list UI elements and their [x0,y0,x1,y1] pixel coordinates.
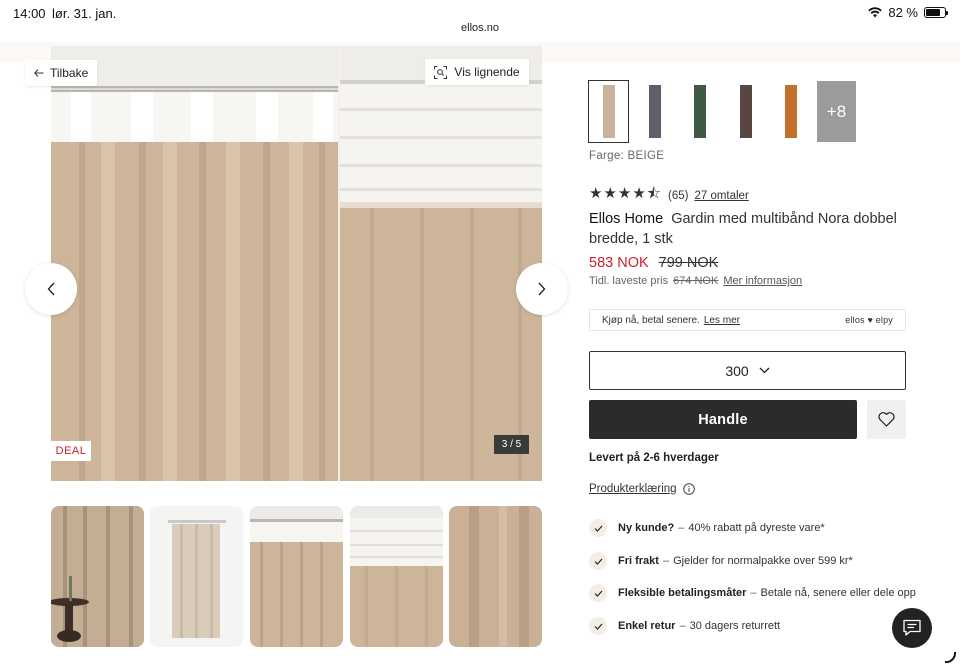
arrow-left-icon [34,69,44,77]
image-counter: 3 / 5 [494,435,529,454]
next-image-button[interactable] [516,263,568,315]
rating-count: (65) [668,189,689,202]
thumbnail-5[interactable] [449,506,542,647]
swatch-brown-color [739,85,752,138]
swatch-green[interactable] [680,81,719,142]
thumbnail-2[interactable] [150,506,243,647]
swatch-beige-color [602,85,615,138]
loading-spinner-icon [944,651,957,664]
visual-search-icon [434,65,448,79]
size-value: 300 [725,362,749,379]
usp-dash: – [662,555,670,567]
back-button[interactable]: Tilbake [25,60,98,86]
delivery-info: Levert på 2-6 hverdager [589,452,719,464]
usp-item: Fleksible betalingsmåter – Betale nå, sene… [589,582,916,604]
more-swatches-button[interactable]: +8 [817,81,856,142]
check-icon [589,584,607,602]
check-icon [589,617,607,635]
usp-text: Gjelder for normalpakke over 599 kr* [673,555,853,567]
swatch-green-color [693,85,706,138]
lowest-price-value: 674 NOK [673,275,719,287]
check-icon [589,519,607,537]
rating-row: ★★★★⯪ (65) 27 omtaler [589,183,749,208]
show-similar-button[interactable]: Vis lignende [425,59,529,85]
swatch-grey[interactable] [635,81,674,142]
usp-text: 40% rabatt på dyreste vare* [688,522,825,534]
usp-title: Ny kunde? [618,522,675,534]
swatch-brown[interactable] [726,81,765,142]
battery-percent: 82 % [888,5,918,20]
usp-title: Fri frakt [618,555,659,567]
size-select[interactable]: 300 [589,351,906,390]
original-price: 799 NOK [658,255,719,271]
previous-image-button[interactable] [25,263,77,315]
pay-later-banner: Kjøp nå, betal senere. Les mer ellos ♥ e… [589,309,906,331]
chat-button[interactable] [892,608,932,648]
usp-item: Ny kunde? –40% rabatt på dyreste vare* [589,517,825,539]
read-more-link[interactable]: Les mer [704,315,740,326]
usp-title: Enkel retur [618,620,676,632]
usp-text: Betale nå, senere eller dele opp [760,587,916,599]
elpy-logo: ellos ♥ elpy [845,315,893,325]
usp-item: Enkel retur –30 dagers returrett [589,615,780,637]
pay-later-text: Kjøp nå, betal senere. [602,314,700,326]
thumbnail-3[interactable] [250,506,343,647]
usp-item: Fri frakt – Gjelder for normalpakke over 5… [589,550,853,572]
product-main-image[interactable] [51,46,542,481]
usp-dash: – [679,620,686,632]
status-right: 82 % [868,5,948,20]
curtain-image-right [340,46,542,481]
status-time: 14:00 [13,6,46,21]
lowest-price-label: Tidl. laveste pris [589,275,669,287]
chevron-right-icon [538,282,546,296]
usp-dash: – [750,587,757,599]
product-declaration[interactable]: Produkterklæring [589,483,695,495]
usp-dash: – [678,522,685,534]
product-declaration-label[interactable]: Produkterklæring [589,483,677,495]
current-price: 583 NOK [589,255,649,271]
check-icon [589,552,607,570]
curtain-image-left [51,46,338,481]
product-title: Ellos Home Gardin med multibånd Nora dob… [589,209,909,249]
wifi-icon [868,7,883,18]
star-rating-icon: ★★★★⯪ [589,185,662,202]
thumbnail-1[interactable] [51,506,144,647]
price-row: 583 NOK 799 NOK [589,255,718,271]
usp-title: Fleksible betalingsmåter [618,587,747,599]
deal-badge: DEAL [51,441,91,461]
chevron-left-icon [47,282,55,296]
wishlist-button[interactable] [867,400,906,439]
battery-icon [924,7,948,18]
product-brand[interactable]: Ellos Home [589,211,663,227]
info-icon [682,483,695,495]
heart-icon [878,412,895,427]
show-similar-label: Vis lignende [454,65,520,79]
color-label: Farge: BEIGE [589,150,665,162]
status-date: lør. 31. jan. [52,6,117,21]
url-text[interactable]: ellos.no [453,21,507,35]
swatch-beige[interactable] [588,80,629,143]
more-info-link[interactable]: Mer informasjon [723,275,802,287]
chevron-down-icon [759,367,770,374]
swatch-rust[interactable] [771,81,810,142]
add-to-cart-button[interactable]: Handle [589,400,857,439]
swatch-grey-color [648,85,661,138]
lowest-price-hint: Tidl. laveste pris 674 NOK Mer informasj… [589,275,802,287]
chat-icon [903,619,921,636]
url-bar[interactable]: ellos.no [0,21,960,42]
reviews-link[interactable]: 27 omtaler [694,190,748,202]
swatch-rust-color [784,85,797,138]
usp-text: 30 dagers returrett [689,620,781,632]
thumbnail-strip [51,506,542,647]
thumbnail-4[interactable] [350,506,443,647]
back-label: Tilbake [50,66,89,80]
